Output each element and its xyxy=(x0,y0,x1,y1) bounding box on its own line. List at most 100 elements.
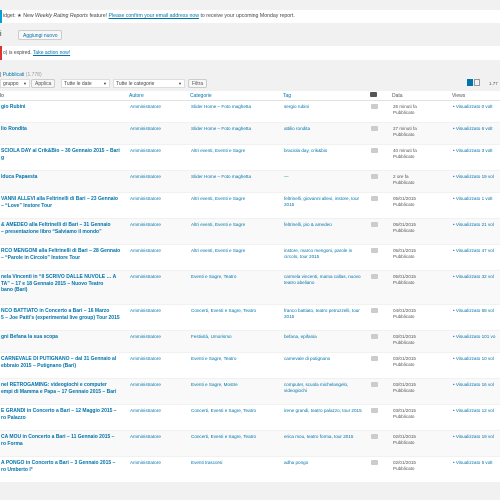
excerpt-view-icon[interactable] xyxy=(474,79,480,86)
post-title[interactable]: E GRANDI in Concerto a Bari – 12 Maggio … xyxy=(1,408,128,421)
col-date[interactable]: Data xyxy=(392,91,452,101)
post-tags[interactable]: braciola day, crik&bio xyxy=(284,148,366,154)
post-categories[interactable]: Concerti, Eventi e Sagre, Teatro xyxy=(191,408,282,414)
post-tags[interactable]: computer, scuola michelangelo, videogioc… xyxy=(284,382,366,394)
post-title[interactable]: lio Rondita xyxy=(1,126,128,133)
post-title[interactable]: A PONGO in Concerto a Bari – 3 Gennaio 2… xyxy=(1,460,128,473)
post-author[interactable]: Amministratore xyxy=(130,460,189,465)
list-view-icon[interactable] xyxy=(467,79,473,86)
table-row[interactable]: E GRANDI in Concerto a Bari – 12 Maggio … xyxy=(0,404,500,431)
post-author[interactable]: Amministratore xyxy=(130,356,189,361)
post-categories[interactable]: Concerti, Eventi e Sagre, Teatro xyxy=(191,308,282,314)
post-categories[interactable]: Slider Home – Foto maghetta xyxy=(191,174,282,180)
post-categories[interactable]: Slider Home – Foto maghetta xyxy=(191,126,282,132)
post-categories[interactable]: Concerti, Eventi e Sagre, Teatro xyxy=(191,434,282,440)
col-title[interactable]: lo xyxy=(0,91,129,101)
comment-count-icon[interactable] xyxy=(371,104,378,109)
add-new-button[interactable]: Aggiungi nuovo xyxy=(18,30,63,40)
comment-count-icon[interactable] xyxy=(371,382,378,387)
table-row[interactable]: RCO MENGONI alla Feltrinelli di Bari – 2… xyxy=(0,244,500,271)
category-filter-select[interactable]: Tutte le categorie ▼ xyxy=(113,79,185,88)
post-title[interactable]: VANNI ALLEVI alla Feltrinelli di Bari – … xyxy=(1,196,128,209)
post-tags[interactable]: irene grandi, teatro palazzo, tour 2015 xyxy=(284,408,366,414)
comment-count-icon[interactable] xyxy=(371,248,378,253)
table-row[interactable]: gni Befana la sua scopa Amministratore Fes… xyxy=(0,330,500,353)
post-author[interactable]: Amministratore xyxy=(130,274,189,279)
comment-count-icon[interactable] xyxy=(371,174,378,179)
post-tags[interactable]: feltrinelli, pio & amedeo xyxy=(284,222,366,228)
date-filter-select[interactable]: Tutte le date ▼ xyxy=(61,79,110,88)
post-categories[interactable]: Eventi e Sagre, Mostre xyxy=(191,382,282,388)
post-title[interactable]: lduca Papaesta xyxy=(1,174,128,181)
filter-button[interactable]: Filtra xyxy=(188,79,208,88)
apply-button[interactable]: Applica xyxy=(31,79,56,88)
comment-count-icon[interactable] xyxy=(371,408,378,413)
post-tags[interactable]: attilio rondita xyxy=(284,126,366,132)
table-row[interactable]: nela Vincenti in “Il SCRIVO DALLE NUVOLE… xyxy=(0,270,500,305)
post-author[interactable]: Amministratore xyxy=(130,334,189,339)
table-row[interactable]: NCO BATTIATO in Concerto a Bari – 16 Mar… xyxy=(0,304,500,331)
table-row[interactable]: CARNEVALE DI PUTIGNANO – dal 31 Gennaio … xyxy=(0,352,500,379)
post-categories[interactable]: Altri eventi, Eventi e Sagre xyxy=(191,196,282,202)
post-title[interactable]: NCO BATTIATO in Concerto a Bari – 16 Mar… xyxy=(1,308,128,321)
table-row[interactable]: & AMEDEO alla Feltrinelli di Bari – 31 G… xyxy=(0,218,500,245)
post-title[interactable]: gni Befana la sua scopa xyxy=(1,334,128,341)
post-tags[interactable]: adha pongo xyxy=(284,460,366,466)
post-title[interactable]: RCO MENGONI alla Feltrinelli di Bari – 2… xyxy=(1,248,128,261)
table-row[interactable]: VANNI ALLEVI alla Feltrinelli di Bari – … xyxy=(0,192,500,219)
table-row[interactable]: nel RETROGAMING: videogiochi e computer … xyxy=(0,378,500,405)
col-comments[interactable] xyxy=(367,91,392,101)
comment-count-icon[interactable] xyxy=(371,222,378,227)
comment-count-icon[interactable] xyxy=(371,334,378,339)
table-row[interactable]: SCIOLA DAY al Crik&Bio – 30 Gennaio 2015… xyxy=(0,144,500,171)
post-categories[interactable]: Altri eventi, Eventi e Sagre xyxy=(191,248,282,254)
comment-count-icon[interactable] xyxy=(371,196,378,201)
post-categories[interactable]: Eventi trascorsi xyxy=(191,460,282,466)
table-row[interactable]: CA MOU in Concerto a Bari – 11 Gennaio 2… xyxy=(0,430,500,457)
post-author[interactable]: Amministratore xyxy=(130,222,189,227)
post-categories[interactable]: Slider Home – Foto maghetta xyxy=(191,104,282,110)
post-categories[interactable]: Eventi e Sagre, Teatro xyxy=(191,274,282,280)
post-title[interactable]: CA MOU in Concerto a Bari – 11 Gennaio 2… xyxy=(1,434,128,447)
post-tags[interactable]: befana, epifania xyxy=(284,334,366,340)
post-title[interactable]: CARNEVALE DI PUTIGNANO – dal 31 Gennaio … xyxy=(1,356,128,369)
table-row[interactable]: lio Rondita Amministratore Slider Home – F… xyxy=(0,122,500,145)
table-row[interactable]: gio Rubini Amministratore Slider Home – Fo… xyxy=(0,100,500,123)
comment-count-icon[interactable] xyxy=(371,434,378,439)
post-tags[interactable]: instore, marco mengoni, parole in circol… xyxy=(284,248,366,260)
post-categories[interactable]: Festività, Umorismo xyxy=(191,334,282,340)
table-row[interactable]: lduca Papaesta Amministratore Slider Home … xyxy=(0,170,500,193)
post-author[interactable]: Amministratore xyxy=(130,196,189,201)
post-author[interactable]: Amministratore xyxy=(130,126,189,131)
post-author[interactable]: Amministratore xyxy=(130,382,189,387)
comment-count-icon[interactable] xyxy=(371,126,378,131)
post-author[interactable]: Amministratore xyxy=(130,434,189,439)
confirm-email-link[interactable]: Please confirm your email address now xyxy=(109,13,200,19)
post-tags[interactable]: erica mou, teatro forma, tour 2015 xyxy=(284,434,366,440)
comment-count-icon[interactable] xyxy=(371,356,378,361)
bulk-actions-select[interactable]: gruppo ▼ xyxy=(0,79,30,88)
post-title[interactable]: & AMEDEO alla Feltrinelli di Bari – 31 G… xyxy=(1,222,128,235)
post-author[interactable]: Amministratore xyxy=(130,104,189,109)
post-author[interactable]: Amministratore xyxy=(130,248,189,253)
comment-count-icon[interactable] xyxy=(371,148,378,153)
post-author[interactable]: Amministratore xyxy=(130,174,189,179)
post-author[interactable]: Amministratore xyxy=(130,148,189,153)
comment-count-icon[interactable] xyxy=(371,460,378,465)
table-row[interactable]: A PONGO in Concerto a Bari – 3 Gennaio 2… xyxy=(0,456,500,483)
post-categories[interactable]: Altri eventi, Eventi e Sagre xyxy=(191,222,282,228)
post-tags[interactable]: — xyxy=(284,174,366,180)
post-tags[interactable]: franco battiato, teatro petruzzelli, tou… xyxy=(284,308,366,320)
published-filter-link[interactable]: Pubblicati xyxy=(3,72,25,78)
post-title[interactable]: SCIOLA DAY al Crik&Bio – 30 Gennaio 2015… xyxy=(1,148,128,161)
col-views[interactable]: Views xyxy=(452,91,500,101)
post-author[interactable]: Amministratore xyxy=(130,408,189,413)
post-author[interactable]: Amministratore xyxy=(130,308,189,313)
post-tags[interactable]: feltrinelli, giovanni allevi, instore, t… xyxy=(284,196,366,208)
post-categories[interactable]: Eventi e Sagre, Teatro xyxy=(191,356,282,362)
post-tags[interactable]: carmela vincenti, mama callas, nuovo tea… xyxy=(284,274,366,286)
comment-count-icon[interactable] xyxy=(371,308,378,313)
post-tags[interactable]: sergio rubini xyxy=(284,104,366,110)
post-tags[interactable]: carnevale di putignano xyxy=(284,356,366,362)
take-action-link[interactable]: Take action now! xyxy=(33,50,70,56)
